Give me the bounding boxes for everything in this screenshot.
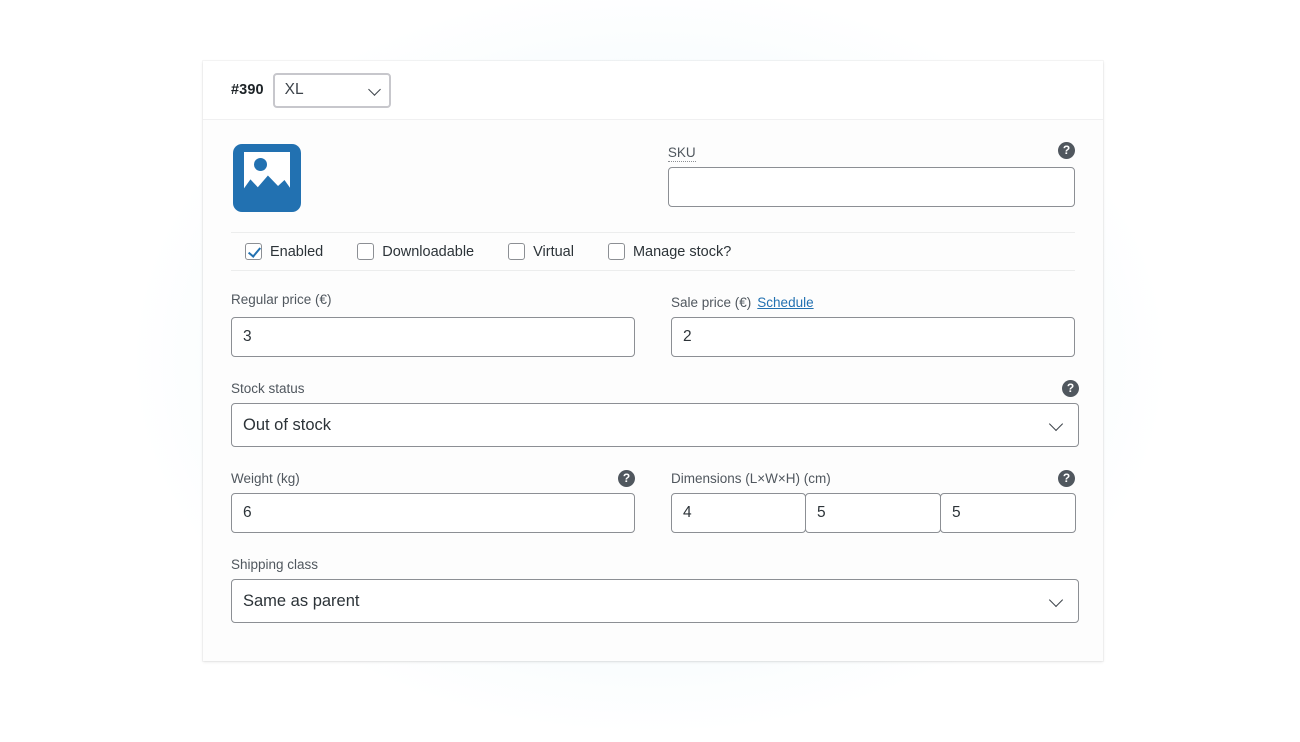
image-sku-row: ? SKU (231, 142, 1075, 232)
checkbox-enabled-box[interactable] (245, 243, 262, 260)
dimension-width-input[interactable] (805, 493, 941, 533)
sale-price-schedule-link[interactable]: Schedule (757, 295, 813, 310)
variation-body: ? SKU Enabled Downloadable Virtual Manag… (203, 120, 1103, 661)
checkbox-virtual-box[interactable] (508, 243, 526, 260)
attribute-select[interactable]: XL (272, 72, 391, 108)
checkbox-enabled-label: Enabled (270, 243, 324, 260)
checkbox-virtual[interactable]: Virtual (508, 243, 574, 260)
variation-header: #390 XL (203, 61, 1103, 120)
price-row: Regular price (€) Sale price (€) Schedul… (231, 271, 1075, 357)
weight-group: Weight (kg) ? (231, 470, 635, 533)
stock-status-label: Stock status (231, 380, 305, 396)
shipping-class-select[interactable]: Same as parent (231, 579, 1079, 623)
variation-id: #390 (231, 82, 264, 98)
stock-status-value: Out of stock (243, 415, 332, 434)
checkbox-manage-stock-box[interactable] (607, 243, 625, 260)
variation-card: #390 XL ? SKU Enabled Downloadable Virtu… (203, 61, 1103, 661)
sku-label-text: SKU (667, 145, 696, 162)
variation-toggles-row: Enabled Downloadable Virtual Manage stoc… (231, 232, 1075, 271)
image-placeholder-sun (254, 158, 267, 171)
sku-help-icon[interactable]: ? (1058, 142, 1075, 159)
dimension-height-input[interactable] (940, 493, 1076, 533)
dimensions-inputs (671, 493, 1076, 533)
weight-label-line: Weight (kg) ? (231, 470, 635, 487)
regular-price-group: Regular price (€) (231, 291, 635, 357)
shipping-measures-row: Weight (kg) ? Dimensions (L×W×H) (cm) ? (231, 447, 1076, 533)
shipping-class-value: Same as parent (243, 591, 360, 610)
sale-price-label-line: Sale price (€) Schedule (671, 294, 1075, 311)
chevron-down-icon (1050, 418, 1064, 432)
sale-price-label: Sale price (€) (671, 294, 752, 310)
stock-status-group: Stock status ? Out of stock (231, 357, 1079, 447)
sale-price-input[interactable] (671, 317, 1075, 357)
weight-label: Weight (kg) (231, 470, 300, 486)
dimension-length-input[interactable] (671, 493, 806, 533)
dimensions-label: Dimensions (L×W×H) (cm) (671, 470, 831, 486)
stock-status-select[interactable]: Out of stock (231, 403, 1079, 447)
variation-image-column (231, 144, 668, 212)
image-placeholder-icon[interactable] (233, 144, 301, 212)
regular-price-input[interactable] (231, 317, 635, 357)
checkbox-downloadable-label: Downloadable (382, 243, 475, 260)
dimensions-label-line: Dimensions (L×W×H) (cm) ? (671, 470, 1075, 487)
sku-input[interactable] (667, 167, 1075, 207)
shipping-class-group: Shipping class Same as parent (231, 533, 1079, 623)
sku-field-group: ? SKU (667, 142, 1075, 207)
chevron-down-icon (369, 84, 381, 96)
weight-input[interactable] (231, 493, 635, 533)
checkbox-virtual-label: Virtual (533, 243, 574, 260)
checkbox-manage-stock-label: Manage stock? (632, 243, 732, 260)
regular-price-label-line: Regular price (€) (231, 291, 635, 311)
checkbox-manage-stock[interactable]: Manage stock? (607, 243, 732, 260)
checkbox-enabled[interactable]: Enabled (245, 243, 323, 260)
weight-help-icon[interactable]: ? (618, 470, 635, 487)
regular-price-label: Regular price (€) (231, 291, 332, 307)
chevron-down-icon (1050, 594, 1064, 608)
image-placeholder-frame (244, 152, 290, 204)
sku-label: SKU (667, 145, 696, 162)
sale-price-group: Sale price (€) Schedule (671, 294, 1075, 357)
dimensions-help-icon[interactable]: ? (1058, 470, 1075, 487)
checkbox-downloadable[interactable]: Downloadable (357, 243, 474, 260)
stock-status-label-line: Stock status ? (231, 380, 1079, 397)
dimensions-group: Dimensions (L×W×H) (cm) ? (671, 470, 1076, 533)
image-placeholder-mountain (244, 175, 290, 204)
shipping-class-label-line: Shipping class (231, 556, 1079, 573)
stock-status-help-icon[interactable]: ? (1062, 380, 1079, 397)
attribute-select-value: XL (284, 81, 304, 98)
page-background: #390 XL ? SKU Enabled Downloadable Virtu… (0, 0, 1300, 742)
checkbox-downloadable-box[interactable] (357, 243, 375, 260)
shipping-class-label: Shipping class (231, 556, 319, 572)
